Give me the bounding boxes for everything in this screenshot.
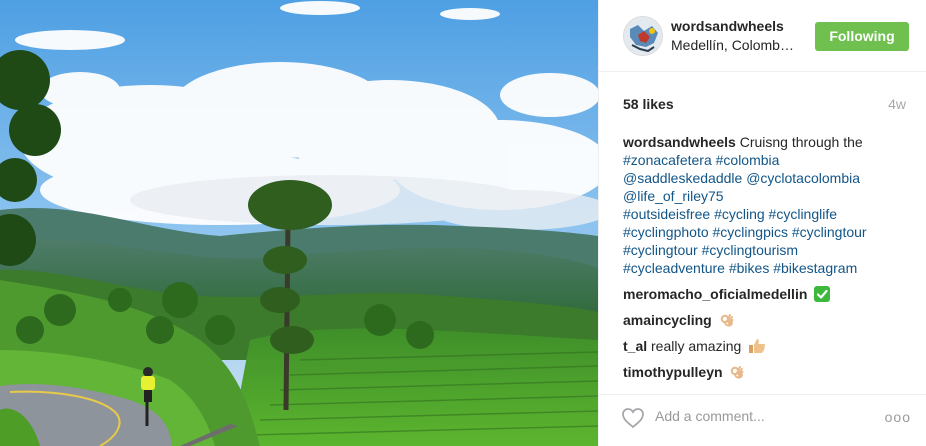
hashtag-link[interactable]: #cyclingphoto xyxy=(623,224,709,240)
comment-item: amaincycling xyxy=(623,311,909,331)
more-options-button[interactable]: ooo xyxy=(885,409,911,425)
post-author-username[interactable]: wordsandwheels xyxy=(671,18,784,34)
landscape-photo-image xyxy=(0,0,598,446)
comment-item: t_al really amazing xyxy=(623,337,909,357)
post-header: wordsandwheels Medellín, Colomb… Followi… xyxy=(599,0,926,72)
ok-hand-icon xyxy=(719,312,735,332)
hashtag-link[interactable]: #bikestagram xyxy=(773,260,857,276)
comment-username[interactable]: t_al xyxy=(623,338,647,354)
post-photo[interactable] xyxy=(0,0,598,446)
mention-link[interactable]: @cyclotacolombia xyxy=(746,170,860,186)
hashtag-link[interactable]: #cyclingtourism xyxy=(702,242,798,258)
heart-icon[interactable] xyxy=(621,407,645,429)
post-age[interactable]: 4w xyxy=(888,96,906,112)
comment-item: timothypulleyn xyxy=(623,363,909,383)
hashtag-link[interactable]: #colombia xyxy=(716,152,780,168)
comment-item: meromacho_oficialmedellin xyxy=(623,285,909,305)
comment-username[interactable]: timothypulleyn xyxy=(623,364,723,380)
hashtag-link[interactable]: #cyclingpics xyxy=(713,224,788,240)
thumbs-up-icon xyxy=(748,338,766,358)
hashtag-link[interactable]: #cyclinglife xyxy=(769,206,837,222)
hashtag-link[interactable]: #cycling xyxy=(714,206,765,222)
check-mark-icon xyxy=(814,286,831,306)
hashtag-link[interactable]: #cyclingtour xyxy=(792,224,867,240)
avatar[interactable] xyxy=(623,16,663,56)
comment-username[interactable]: meromacho_oficialmedellin xyxy=(623,286,807,302)
avatar-image xyxy=(624,17,662,55)
comment-footer: ooo xyxy=(599,394,926,446)
caption-username[interactable]: wordsandwheels xyxy=(623,134,736,150)
post-details-panel: wordsandwheels Medellín, Colomb… Followi… xyxy=(598,0,926,446)
comments-list: wordsandwheels Cruisng through the #zona… xyxy=(623,133,909,389)
post-caption: wordsandwheels Cruisng through the #zona… xyxy=(623,133,909,277)
hashtag-link[interactable]: #outsideisfree xyxy=(623,206,710,222)
hashtag-link[interactable]: #bikes xyxy=(729,260,769,276)
ok-hand-icon xyxy=(729,364,745,384)
mention-link[interactable]: @saddleskedaddle xyxy=(623,170,742,186)
add-comment-input[interactable] xyxy=(655,405,865,427)
hashtag-link[interactable]: #zonacafetera xyxy=(623,152,712,168)
hashtag-link[interactable]: #cycleadventure xyxy=(623,260,725,276)
hashtag-link[interactable]: #cyclingtour xyxy=(623,242,698,258)
mention-link[interactable]: @life_of_riley75 xyxy=(623,188,724,204)
following-button[interactable]: Following xyxy=(815,22,909,51)
likes-count[interactable]: 58 likes xyxy=(623,96,674,112)
caption-text: Cruisng through the xyxy=(735,134,863,150)
comment-username[interactable]: amaincycling xyxy=(623,312,712,328)
post-location-link[interactable]: Medellín, Colomb… xyxy=(671,37,831,53)
comment-text: really amazing xyxy=(647,338,742,354)
